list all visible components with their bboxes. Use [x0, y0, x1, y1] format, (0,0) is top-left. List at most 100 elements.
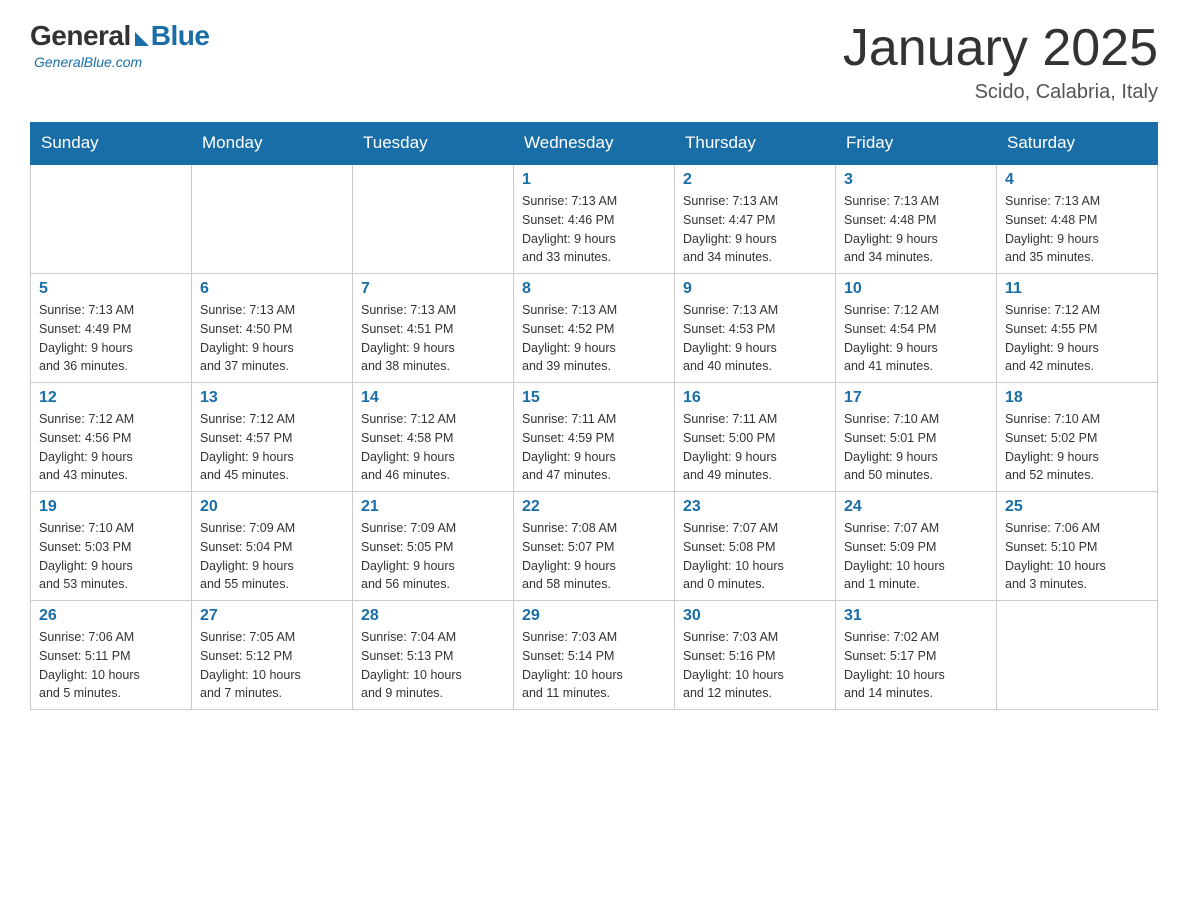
day-number: 9 [683, 280, 827, 298]
title-area: January 2025 Scido, Calabria, Italy [843, 20, 1158, 104]
week-row-2: 5 Sunrise: 7:13 AM Sunset: 4:49 PM Daylig… [31, 274, 1158, 383]
logo-arrow-icon [135, 32, 149, 46]
day-info: Sunrise: 7:12 AM Sunset: 4:58 PM Dayligh… [361, 410, 505, 485]
weekday-header-tuesday: Tuesday [353, 123, 514, 165]
logo-tagline: GeneralBlue.com [34, 54, 142, 70]
day-number: 2 [683, 171, 827, 189]
day-info: Sunrise: 7:12 AM Sunset: 4:56 PM Dayligh… [39, 410, 183, 485]
logo: General Blue GeneralBlue.com [30, 20, 209, 70]
weekday-header-sunday: Sunday [31, 123, 192, 165]
day-number: 19 [39, 498, 183, 516]
day-cell-18: 18 Sunrise: 7:10 AM Sunset: 5:02 PM Dayli… [997, 383, 1158, 492]
day-number: 14 [361, 389, 505, 407]
day-cell-26: 26 Sunrise: 7:06 AM Sunset: 5:11 PM Dayli… [31, 601, 192, 710]
empty-cell [353, 164, 514, 274]
day-info: Sunrise: 7:09 AM Sunset: 5:04 PM Dayligh… [200, 519, 344, 594]
week-row-5: 26 Sunrise: 7:06 AM Sunset: 5:11 PM Dayli… [31, 601, 1158, 710]
day-cell-13: 13 Sunrise: 7:12 AM Sunset: 4:57 PM Dayli… [192, 383, 353, 492]
day-info: Sunrise: 7:13 AM Sunset: 4:47 PM Dayligh… [683, 192, 827, 267]
day-cell-10: 10Sunrise: 7:12 AM Sunset: 4:54 PM Dayli… [836, 274, 997, 383]
day-number: 11 [1005, 280, 1149, 298]
day-info: Sunrise: 7:06 AM Sunset: 5:11 PM Dayligh… [39, 628, 183, 703]
day-cell-9: 9 Sunrise: 7:13 AM Sunset: 4:53 PM Daylig… [675, 274, 836, 383]
day-info: Sunrise: 7:12 AM Sunset: 4:55 PM Dayligh… [1005, 301, 1149, 376]
day-info: Sunrise: 7:04 AM Sunset: 5:13 PM Dayligh… [361, 628, 505, 703]
day-cell-4: 4Sunrise: 7:13 AM Sunset: 4:48 PM Daylig… [997, 164, 1158, 274]
day-info: Sunrise: 7:13 AM Sunset: 4:51 PM Dayligh… [361, 301, 505, 376]
day-number: 3 [844, 171, 988, 189]
day-number: 30 [683, 607, 827, 625]
day-number: 29 [522, 607, 666, 625]
day-info: Sunrise: 7:03 AM Sunset: 5:16 PM Dayligh… [683, 628, 827, 703]
day-info: Sunrise: 7:12 AM Sunset: 4:54 PM Dayligh… [844, 301, 988, 376]
day-info: Sunrise: 7:07 AM Sunset: 5:08 PM Dayligh… [683, 519, 827, 594]
day-info: Sunrise: 7:10 AM Sunset: 5:03 PM Dayligh… [39, 519, 183, 594]
day-cell-6: 6Sunrise: 7:13 AM Sunset: 4:50 PM Daylig… [192, 274, 353, 383]
day-number: 25 [1005, 498, 1149, 516]
day-info: Sunrise: 7:05 AM Sunset: 5:12 PM Dayligh… [200, 628, 344, 703]
day-cell-22: 22 Sunrise: 7:08 AM Sunset: 5:07 PM Dayli… [514, 492, 675, 601]
day-cell-29: 29 Sunrise: 7:03 AM Sunset: 5:14 PM Dayli… [514, 601, 675, 710]
day-cell-5: 5 Sunrise: 7:13 AM Sunset: 4:49 PM Daylig… [31, 274, 192, 383]
location-label: Scido, Calabria, Italy [843, 81, 1158, 104]
day-info: Sunrise: 7:10 AM Sunset: 5:02 PM Dayligh… [1005, 410, 1149, 485]
day-info: Sunrise: 7:06 AM Sunset: 5:10 PM Dayligh… [1005, 519, 1149, 594]
day-number: 7 [361, 280, 505, 298]
day-info: Sunrise: 7:13 AM Sunset: 4:49 PM Dayligh… [39, 301, 183, 376]
weekday-header-saturday: Saturday [997, 123, 1158, 165]
day-info: Sunrise: 7:11 AM Sunset: 4:59 PM Dayligh… [522, 410, 666, 485]
day-number: 17 [844, 389, 988, 407]
day-info: Sunrise: 7:13 AM Sunset: 4:46 PM Dayligh… [522, 192, 666, 267]
day-cell-23: 23Sunrise: 7:07 AM Sunset: 5:08 PM Dayli… [675, 492, 836, 601]
day-number: 1 [522, 171, 666, 189]
day-cell-7: 7 Sunrise: 7:13 AM Sunset: 4:51 PM Daylig… [353, 274, 514, 383]
day-cell-30: 30 Sunrise: 7:03 AM Sunset: 5:16 PM Dayli… [675, 601, 836, 710]
day-cell-8: 8 Sunrise: 7:13 AM Sunset: 4:52 PM Daylig… [514, 274, 675, 383]
week-row-1: 1 Sunrise: 7:13 AM Sunset: 4:46 PM Daylig… [31, 164, 1158, 274]
day-cell-27: 27 Sunrise: 7:05 AM Sunset: 5:12 PM Dayli… [192, 601, 353, 710]
weekday-header-thursday: Thursday [675, 123, 836, 165]
day-number: 18 [1005, 389, 1149, 407]
day-number: 24 [844, 498, 988, 516]
day-cell-17: 17 Sunrise: 7:10 AM Sunset: 5:01 PM Dayli… [836, 383, 997, 492]
day-info: Sunrise: 7:13 AM Sunset: 4:53 PM Dayligh… [683, 301, 827, 376]
empty-cell [31, 164, 192, 274]
day-number: 5 [39, 280, 183, 298]
day-cell-16: 16Sunrise: 7:11 AM Sunset: 5:00 PM Dayli… [675, 383, 836, 492]
day-number: 8 [522, 280, 666, 298]
day-cell-15: 15 Sunrise: 7:11 AM Sunset: 4:59 PM Dayli… [514, 383, 675, 492]
day-number: 26 [39, 607, 183, 625]
day-number: 4 [1005, 171, 1149, 189]
day-number: 12 [39, 389, 183, 407]
day-number: 28 [361, 607, 505, 625]
weekday-header-wednesday: Wednesday [514, 123, 675, 165]
day-number: 13 [200, 389, 344, 407]
logo-blue-text: Blue [151, 20, 210, 52]
day-info: Sunrise: 7:12 AM Sunset: 4:57 PM Dayligh… [200, 410, 344, 485]
day-cell-2: 2 Sunrise: 7:13 AM Sunset: 4:47 PM Daylig… [675, 164, 836, 274]
day-cell-28: 28 Sunrise: 7:04 AM Sunset: 5:13 PM Dayli… [353, 601, 514, 710]
weekday-header-row: SundayMondayTuesdayWednesdayThursdayFrid… [31, 123, 1158, 165]
day-info: Sunrise: 7:13 AM Sunset: 4:52 PM Dayligh… [522, 301, 666, 376]
day-cell-21: 21Sunrise: 7:09 AM Sunset: 5:05 PM Dayli… [353, 492, 514, 601]
day-info: Sunrise: 7:03 AM Sunset: 5:14 PM Dayligh… [522, 628, 666, 703]
day-cell-14: 14 Sunrise: 7:12 AM Sunset: 4:58 PM Dayli… [353, 383, 514, 492]
weekday-header-monday: Monday [192, 123, 353, 165]
weekday-header-friday: Friday [836, 123, 997, 165]
day-cell-31: 31Sunrise: 7:02 AM Sunset: 5:17 PM Dayli… [836, 601, 997, 710]
day-info: Sunrise: 7:02 AM Sunset: 5:17 PM Dayligh… [844, 628, 988, 703]
day-info: Sunrise: 7:10 AM Sunset: 5:01 PM Dayligh… [844, 410, 988, 485]
day-info: Sunrise: 7:13 AM Sunset: 4:50 PM Dayligh… [200, 301, 344, 376]
calendar-table: SundayMondayTuesdayWednesdayThursdayFrid… [30, 122, 1158, 710]
day-info: Sunrise: 7:08 AM Sunset: 5:07 PM Dayligh… [522, 519, 666, 594]
day-number: 20 [200, 498, 344, 516]
day-cell-20: 20 Sunrise: 7:09 AM Sunset: 5:04 PM Dayli… [192, 492, 353, 601]
day-number: 27 [200, 607, 344, 625]
day-cell-11: 11 Sunrise: 7:12 AM Sunset: 4:55 PM Dayli… [997, 274, 1158, 383]
day-number: 15 [522, 389, 666, 407]
day-info: Sunrise: 7:13 AM Sunset: 4:48 PM Dayligh… [844, 192, 988, 267]
day-number: 16 [683, 389, 827, 407]
day-cell-19: 19 Sunrise: 7:10 AM Sunset: 5:03 PM Dayli… [31, 492, 192, 601]
day-number: 22 [522, 498, 666, 516]
empty-cell [192, 164, 353, 274]
